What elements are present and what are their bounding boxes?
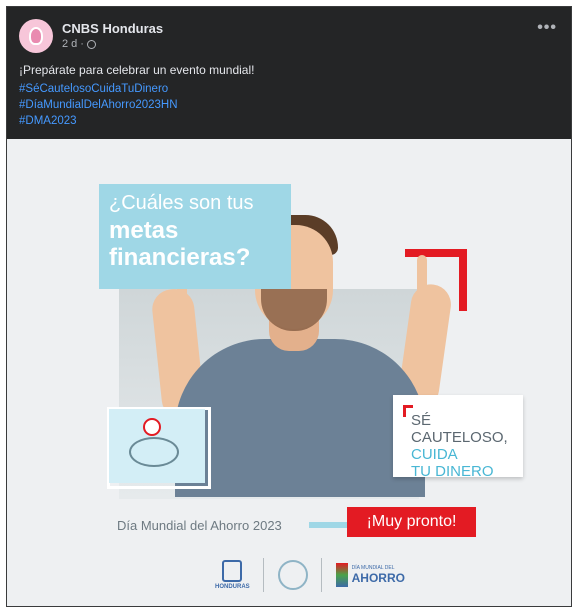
more-options-button[interactable]: ••• <box>537 19 557 37</box>
honduras-logo: HONDURAS <box>215 560 250 590</box>
question-line-3: financieras? <box>109 244 251 271</box>
question-line-2: metas <box>109 217 179 244</box>
slogan-line-2: CAUTELOSO, <box>411 429 508 446</box>
blue-bar-decoration <box>309 522 347 528</box>
logo-divider <box>263 558 265 592</box>
post-image[interactable]: ¿Cuáles son tus metas financieras? SÉ CA… <box>7 139 571 606</box>
honduras-logo-text: HONDURAS <box>215 584 250 590</box>
question-box: ¿Cuáles son tus metas financieras? <box>99 184 291 289</box>
post-header: CNBS Honduras 2 d · ••• ¡Prepárate para … <box>7 7 571 139</box>
slogan-line-1: SÉ <box>411 412 432 429</box>
clock-icon <box>143 418 161 436</box>
post-time[interactable]: 2 d <box>62 38 77 50</box>
coming-soon-badge: ¡Muy pronto! <box>347 507 476 537</box>
dia-mundial-ahorro-logo: DÍA MUNDIAL DEL AHORRO <box>335 563 405 587</box>
post-meta: 2 d · <box>62 38 96 50</box>
avatar-logo-icon <box>29 27 43 45</box>
slogan-line-4: TU DINERO <box>411 463 494 480</box>
ahorro-logo-icon <box>335 563 348 587</box>
post-text: ¡Prepárate para celebrar un evento mundi… <box>19 63 255 77</box>
slogan-line-3: CUIDA <box>411 446 458 463</box>
logo-strip: HONDURAS DÍA MUNDIAL DEL AHORRO <box>215 551 405 599</box>
cnbs-seal-icon <box>277 560 308 590</box>
ahorro-logo-big-text: AHORRO <box>351 571 405 585</box>
piggy-bank-icon <box>129 437 179 467</box>
hashtag-link[interactable]: #DíaMundialDelAhorro2023HN <box>19 99 178 111</box>
question-line-1: ¿Cuáles son tus <box>109 192 254 214</box>
coat-of-arms-icon <box>222 560 243 582</box>
globe-icon <box>86 39 96 49</box>
page-name[interactable]: CNBS Honduras <box>62 21 163 36</box>
hashtag-link[interactable]: #DMA2023 <box>19 115 77 127</box>
facebook-post: CNBS Honduras 2 d · ••• ¡Prepárate para … <box>6 6 572 607</box>
man-shirt <box>175 339 425 497</box>
page-avatar[interactable] <box>19 19 53 53</box>
logo-divider <box>321 558 323 592</box>
meta-separator: · <box>80 38 84 50</box>
event-name: Día Mundial del Ahorro 2023 <box>117 518 282 533</box>
man-right-finger <box>417 255 427 295</box>
ahorro-logo-texts: DÍA MUNDIAL DEL AHORRO <box>352 565 405 585</box>
hashtag-link[interactable]: #SéCautelosoCuidaTuDinero <box>19 83 168 95</box>
